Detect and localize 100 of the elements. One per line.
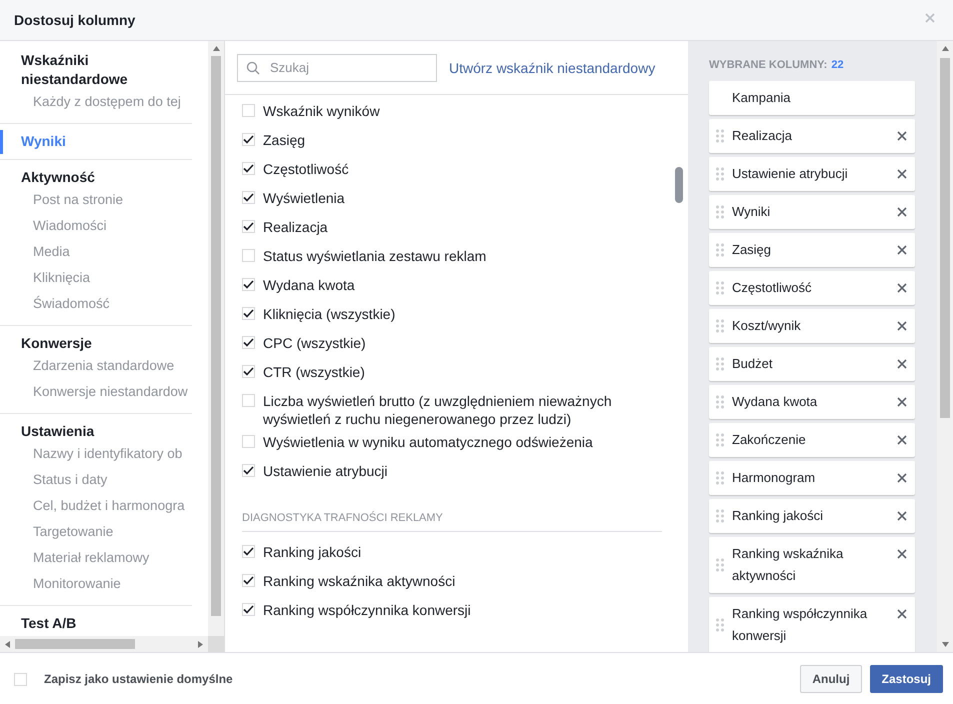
remove-icon[interactable] — [897, 321, 907, 331]
drag-handle-icon[interactable] — [716, 395, 724, 409]
drag-handle-icon[interactable] — [716, 167, 724, 181]
drag-handle-icon[interactable] — [716, 281, 724, 295]
checkbox[interactable] — [242, 249, 255, 262]
scroll-right-arrow[interactable] — [198, 640, 203, 648]
dialog-title: Dostosuj kolumny — [14, 12, 136, 28]
checkbox[interactable] — [14, 673, 27, 686]
scroll-handle[interactable] — [675, 167, 683, 203]
metric-label: Ranking współczynnika konwersji — [263, 601, 471, 619]
column-label: Zasięg — [732, 241, 772, 259]
cancel-button[interactable]: Anuluj — [800, 664, 862, 692]
sidebar-section[interactable]: Wskaźniki niestandardowe — [0, 51, 170, 89]
metric-label: Kliknięcia (wszystkie) — [263, 305, 396, 323]
metric-label: Zasięg — [263, 131, 306, 149]
column-card[interactable]: Ranking współczynnika konwersji — [709, 597, 915, 652]
column-card[interactable]: Zakończenie — [709, 423, 915, 457]
vertical-scrollbar[interactable] — [937, 41, 953, 652]
remove-icon[interactable] — [897, 169, 907, 179]
column-card[interactable]: Zasięg — [709, 233, 915, 267]
column-label: Budżet — [732, 355, 774, 373]
checkbox[interactable] — [242, 104, 255, 117]
checkbox[interactable] — [242, 220, 255, 233]
metric-label: Status wyświetlania zestawu reklam — [263, 247, 486, 265]
checkbox[interactable] — [242, 133, 255, 146]
column-label: Ustawienie atrybucji — [732, 165, 849, 183]
metric-label: Wydana kwota — [263, 276, 355, 294]
sidebar-section[interactable]: Test A/B — [0, 614, 170, 633]
column-card[interactable]: Budżet — [709, 347, 915, 381]
column-label: Ranking współczynnika konwersji — [732, 605, 868, 645]
vertical-scrollbar[interactable] — [208, 41, 224, 636]
drag-handle-icon[interactable] — [716, 618, 724, 632]
sidebar-section[interactable]: Wyniki — [0, 132, 170, 151]
metric-label: Częstotliwość — [263, 160, 349, 178]
drag-handle-icon[interactable] — [716, 433, 724, 447]
remove-icon[interactable] — [897, 609, 907, 619]
drag-handle-icon[interactable] — [716, 129, 724, 143]
remove-icon[interactable] — [897, 245, 907, 255]
column-card[interactable]: Realizacja — [709, 119, 915, 153]
column-count: 22 — [831, 59, 844, 71]
metric-label: Liczba wyświetleń brutto (z uwzględnieniem nieważnych wyświetleń z ruchu niegenerowanego przez ludzi) — [263, 392, 613, 428]
drag-handle-icon[interactable] — [716, 357, 724, 371]
column-card[interactable]: Ustawienie atrybucji — [709, 157, 915, 191]
drag-handle-icon[interactable] — [716, 558, 724, 572]
sidebar-section[interactable]: Konwersje — [0, 334, 170, 353]
checkbox[interactable] — [242, 191, 255, 204]
checkbox[interactable] — [242, 307, 255, 320]
metric-label: Ustawienie atrybucji — [263, 462, 388, 480]
metric-label: CTR (wszystkie) — [263, 363, 365, 381]
horizontal-scrollbar[interactable] — [0, 636, 208, 652]
checkbox[interactable] — [242, 603, 255, 616]
create-metric-link[interactable]: Utwórz wskaźnik niestandardowy — [449, 60, 656, 76]
scroll-down-arrow[interactable] — [942, 642, 948, 647]
remove-icon[interactable] — [897, 207, 907, 217]
metric-label: Ranking jakości — [263, 543, 362, 561]
remove-icon[interactable] — [897, 359, 907, 369]
column-label: Kampania — [731, 89, 792, 107]
column-label: Harmonogram — [732, 469, 816, 487]
column-label: Ranking jakości — [732, 507, 824, 525]
checkbox[interactable] — [242, 336, 255, 349]
column-label: Zakończenie — [732, 431, 807, 449]
column-card[interactable]: Wyniki — [709, 195, 915, 229]
drag-handle-icon[interactable] — [716, 243, 724, 257]
remove-icon[interactable] — [897, 549, 907, 559]
checkbox[interactable] — [242, 545, 255, 558]
search-box[interactable]: Szukaj — [237, 54, 437, 82]
checkbox[interactable] — [242, 574, 255, 587]
drag-handle-icon[interactable] — [716, 471, 724, 485]
sidebar-section[interactable]: Aktywność — [0, 168, 170, 187]
column-card[interactable]: Kampania — [709, 81, 915, 115]
checkbox[interactable] — [242, 278, 255, 291]
column-card[interactable]: Koszt/wynik — [709, 309, 915, 343]
checkbox[interactable] — [242, 435, 255, 448]
remove-icon[interactable] — [897, 473, 907, 483]
remove-icon[interactable] — [897, 511, 907, 521]
remove-icon[interactable] — [897, 435, 907, 445]
remove-icon[interactable] — [897, 397, 907, 407]
sidebar-section[interactable]: Ustawienia — [0, 422, 170, 441]
metric-label: Wskaźnik wyników — [263, 102, 380, 120]
checkbox[interactable] — [242, 464, 255, 477]
remove-icon[interactable] — [897, 283, 907, 293]
metric-label: Ranking wskaźnika aktywności — [263, 572, 456, 590]
remove-icon[interactable] — [897, 131, 907, 141]
column-card[interactable]: Częstotliwość — [709, 271, 915, 305]
metric-label: Wyświetlenia w wyniku automatycznego odświeżenia — [263, 433, 593, 451]
scroll-up-arrow[interactable] — [212, 46, 220, 51]
checkbox[interactable] — [242, 162, 255, 175]
column-card[interactable]: Wydana kwota — [709, 385, 915, 419]
checkbox[interactable] — [242, 394, 255, 407]
drag-handle-icon[interactable] — [716, 205, 724, 219]
drag-handle-icon[interactable] — [716, 319, 724, 333]
column-card[interactable]: Harmonogram — [709, 461, 915, 495]
column-label: Realizacja — [732, 127, 793, 145]
column-card[interactable]: Ranking jakości — [709, 499, 915, 533]
scroll-left-arrow[interactable] — [5, 640, 10, 648]
column-card[interactable]: Ranking wskaźnika aktywności — [709, 537, 915, 593]
drag-handle-icon[interactable] — [716, 509, 724, 523]
apply-button[interactable]: Zastosuj — [870, 664, 943, 692]
scroll-up-arrow[interactable] — [942, 46, 948, 51]
checkbox[interactable] — [242, 365, 255, 378]
